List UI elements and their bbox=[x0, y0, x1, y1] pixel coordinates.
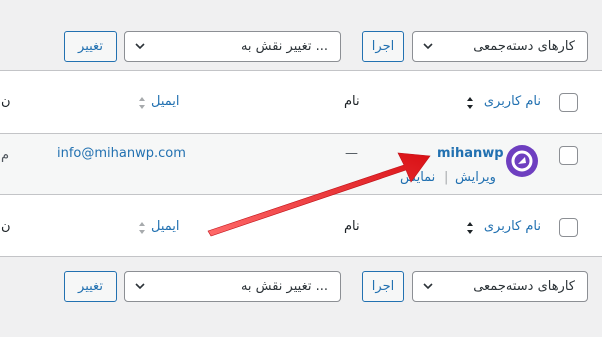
red-arrow-annotation bbox=[207, 152, 431, 237]
